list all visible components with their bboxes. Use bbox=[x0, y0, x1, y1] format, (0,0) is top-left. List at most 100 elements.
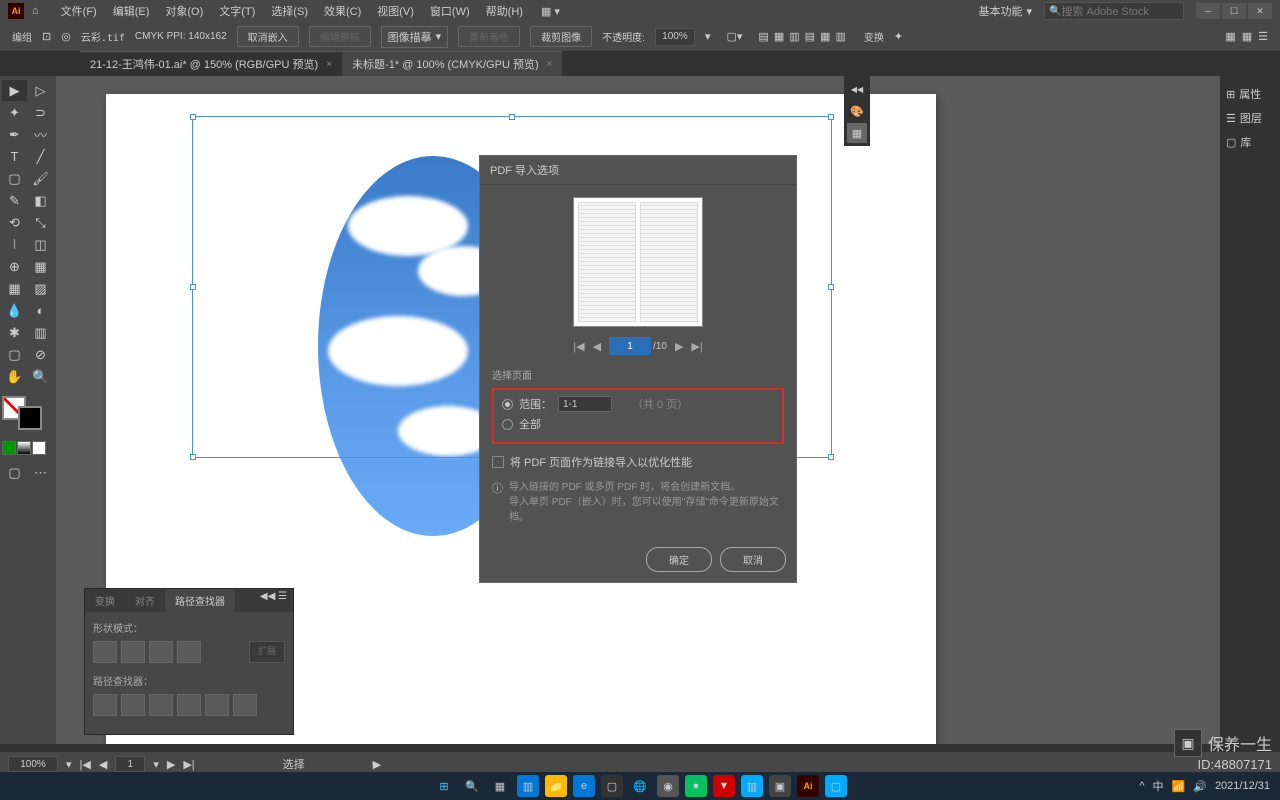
task-view-button[interactable]: ▦ bbox=[489, 775, 511, 797]
app-icon-4[interactable]: ▼ bbox=[713, 775, 735, 797]
screen-mode-icon[interactable]: ▢ bbox=[2, 462, 27, 483]
search-button[interactable]: 🔍 bbox=[461, 775, 483, 797]
menu-effect[interactable]: 效果(C) bbox=[316, 3, 369, 19]
explorer-icon[interactable]: 📁 bbox=[545, 775, 567, 797]
layout-icon[interactable]: ▦ ▾ bbox=[541, 5, 560, 18]
align-icon-6[interactable]: ▥ bbox=[835, 30, 845, 43]
outline-button[interactable] bbox=[205, 694, 229, 716]
panel-icon-2[interactable]: ▦ bbox=[1242, 30, 1252, 43]
tab-close-icon[interactable]: × bbox=[547, 59, 553, 70]
minus-front-button[interactable] bbox=[121, 641, 145, 663]
tab-close-icon[interactable]: × bbox=[326, 59, 332, 70]
menu-select[interactable]: 选择(S) bbox=[263, 3, 316, 19]
document-tab[interactable]: 21-12-王鸿伟-01.ai* @ 150% (RGB/GPU 预览)× bbox=[80, 51, 342, 76]
menu-file[interactable]: 文件(F) bbox=[53, 3, 105, 19]
artboard-number[interactable] bbox=[115, 756, 145, 772]
transform-tab[interactable]: 变换 bbox=[85, 589, 125, 612]
rectangle-tool[interactable]: ▢ bbox=[2, 168, 27, 189]
zoom-tool[interactable]: 🔍 bbox=[28, 366, 53, 387]
image-trace-dropdown[interactable]: 图像描摹▾ bbox=[381, 26, 449, 48]
range-radio[interactable] bbox=[502, 399, 513, 410]
color-panel-icon[interactable]: 🎨 bbox=[847, 101, 867, 121]
last-page-button[interactable]: ▶| bbox=[691, 340, 702, 353]
align-tab[interactable]: 对齐 bbox=[125, 589, 165, 612]
edit-toolbar-icon[interactable]: ⋯ bbox=[28, 462, 53, 483]
blend-tool[interactable]: ◐ bbox=[28, 300, 53, 321]
properties-panel-button[interactable]: ⊞属性 bbox=[1220, 82, 1280, 106]
artboard-tool[interactable]: ▢ bbox=[2, 344, 27, 365]
all-radio[interactable] bbox=[502, 419, 513, 430]
expand-button[interactable]: 扩展 bbox=[249, 641, 285, 663]
first-artboard-icon[interactable]: |◀ bbox=[80, 758, 91, 771]
color-mode-icon[interactable] bbox=[2, 441, 16, 455]
align-icon-3[interactable]: ▥ bbox=[789, 30, 799, 43]
pen-tool[interactable]: ✒ bbox=[2, 124, 27, 145]
width-tool[interactable]: ⦚ bbox=[2, 234, 27, 255]
crop-button[interactable]: 裁剪图像 bbox=[530, 26, 592, 47]
perspective-tool[interactable]: ▦ bbox=[28, 256, 53, 277]
rotate-tool[interactable]: ⟲ bbox=[2, 212, 27, 233]
style-icon[interactable]: ▢▾ bbox=[726, 30, 742, 43]
menu-help[interactable]: 帮助(H) bbox=[478, 3, 531, 19]
gradient-mode-icon[interactable] bbox=[17, 441, 31, 455]
first-page-button[interactable]: |◀ bbox=[573, 340, 584, 353]
crop-pf-button[interactable] bbox=[177, 694, 201, 716]
gradient-tool[interactable]: ▨ bbox=[28, 278, 53, 299]
isolate-icon[interactable]: ✦ bbox=[894, 30, 903, 43]
mesh-tool[interactable]: ▦ bbox=[2, 278, 27, 299]
merge-button[interactable] bbox=[149, 694, 173, 716]
app-icon[interactable]: ▢ bbox=[601, 775, 623, 797]
menu-view[interactable]: 视图(V) bbox=[369, 3, 422, 19]
home-icon[interactable]: ⌂ bbox=[32, 5, 39, 17]
minus-back-button[interactable] bbox=[233, 694, 257, 716]
panel-close-icon[interactable]: ◀◀ bbox=[847, 79, 867, 99]
eraser-tool[interactable]: ◧ bbox=[28, 190, 53, 211]
recolor-button[interactable]: 重新着色 bbox=[458, 26, 520, 47]
chrome-icon[interactable]: 🌐 bbox=[629, 775, 651, 797]
eyedropper-tool[interactable]: 💧 bbox=[2, 300, 27, 321]
type-tool[interactable]: T bbox=[2, 146, 27, 167]
start-button[interactable]: ⊞ bbox=[433, 775, 455, 797]
edge-icon[interactable]: e bbox=[573, 775, 595, 797]
cancel-embed-button[interactable]: 取消嵌入 bbox=[237, 26, 299, 47]
magic-wand-tool[interactable]: ✦ bbox=[2, 102, 27, 123]
unite-button[interactable] bbox=[93, 641, 117, 663]
align-icon-5[interactable]: ▦ bbox=[820, 30, 830, 43]
page-number-input[interactable] bbox=[609, 337, 651, 355]
widgets-button[interactable]: ▥ bbox=[517, 775, 539, 797]
align-icon-4[interactable]: ▤ bbox=[805, 30, 815, 43]
app-icon-7[interactable]: ▢ bbox=[825, 775, 847, 797]
hand-tool[interactable]: ✋ bbox=[2, 366, 27, 387]
range-input[interactable] bbox=[558, 396, 612, 412]
align-icon-2[interactable]: ▦ bbox=[774, 30, 784, 43]
free-transform-tool[interactable]: ◫ bbox=[28, 234, 53, 255]
trim-button[interactable] bbox=[121, 694, 145, 716]
scale-tool[interactable]: ⤡ bbox=[28, 212, 53, 233]
opacity-chevron[interactable]: ▾ bbox=[705, 30, 711, 43]
cancel-button[interactable]: 取消 bbox=[720, 547, 786, 572]
minimize-button[interactable]: ─ bbox=[1196, 3, 1220, 19]
menu-object[interactable]: 对象(O) bbox=[157, 3, 211, 19]
libraries-panel-button[interactable]: ▢库 bbox=[1220, 130, 1280, 154]
intersect-button[interactable] bbox=[149, 641, 173, 663]
curvature-tool[interactable]: 〰 bbox=[28, 124, 53, 145]
volume-icon[interactable]: 🔊 bbox=[1193, 780, 1207, 793]
shape-builder-tool[interactable]: ⊕ bbox=[2, 256, 27, 277]
checkbox-icon[interactable] bbox=[492, 456, 504, 468]
app-icon-3[interactable]: ● bbox=[685, 775, 707, 797]
lasso-tool[interactable]: ⊃ bbox=[28, 102, 53, 123]
menu-type[interactable]: 文字(T) bbox=[211, 3, 263, 19]
illustrator-taskbar-icon[interactable]: Ai bbox=[797, 775, 819, 797]
edit-original-button[interactable]: 编辑原稿 bbox=[309, 26, 371, 47]
exclude-button[interactable] bbox=[177, 641, 201, 663]
line-tool[interactable]: ╱ bbox=[28, 146, 53, 167]
target-icon[interactable]: ◎ bbox=[61, 30, 71, 43]
document-tab[interactable]: 未标题-1* @ 100% (CMYK/GPU 预览)× bbox=[342, 51, 562, 76]
taskbar-date[interactable]: 2021/12/31 bbox=[1215, 780, 1270, 792]
app-icon-5[interactable]: ▥ bbox=[741, 775, 763, 797]
ime-indicator[interactable]: 中 bbox=[1153, 778, 1164, 794]
stroke-swatch[interactable] bbox=[18, 406, 42, 430]
color-swatches[interactable] bbox=[2, 396, 54, 436]
last-artboard-icon[interactable]: ▶| bbox=[183, 758, 194, 771]
close-button[interactable]: ✕ bbox=[1248, 3, 1272, 19]
